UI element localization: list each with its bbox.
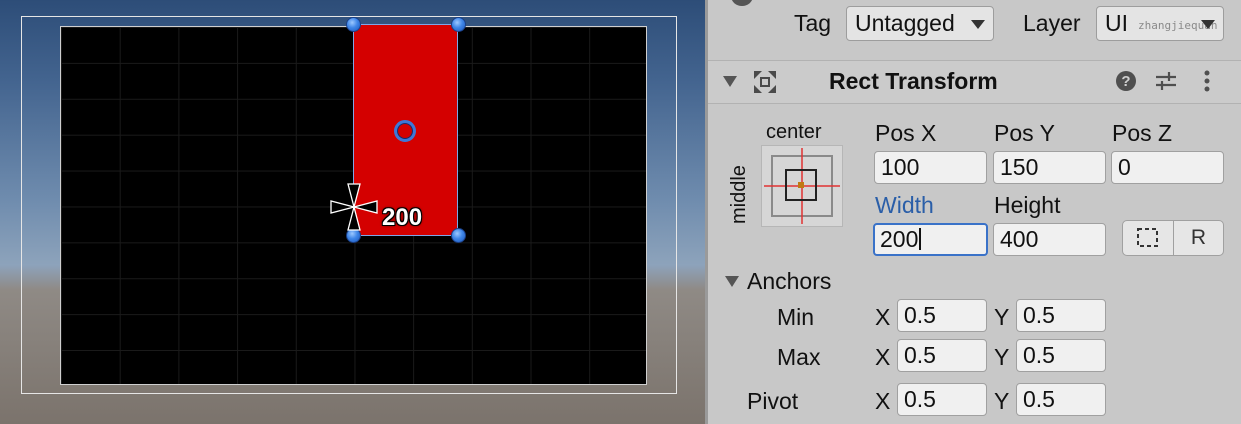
anchor-presets-button[interactable] bbox=[761, 145, 843, 227]
help-icon[interactable]: ? bbox=[1115, 70, 1137, 92]
width-field[interactable]: 200 bbox=[873, 223, 988, 256]
width-value: 200 bbox=[880, 226, 919, 252]
anchor-max-label: Max bbox=[777, 344, 821, 370]
rect-transform-icon bbox=[754, 71, 776, 93]
anchor-min-y-label: Y bbox=[994, 304, 1010, 330]
layer-value: UI bbox=[1105, 10, 1128, 36]
presets-icon[interactable] bbox=[1154, 70, 1178, 92]
chevron-down-icon bbox=[1201, 20, 1215, 29]
layer-dropdown[interactable]: UI zhangjiequan bbox=[1096, 6, 1224, 41]
anchor-max-y-field[interactable]: 0.5 bbox=[1016, 339, 1106, 372]
pivot-y-field[interactable]: 0.5 bbox=[1016, 383, 1106, 416]
more-options-icon[interactable] bbox=[1200, 69, 1214, 93]
resize-handle-bottom-right[interactable] bbox=[451, 228, 466, 243]
height-field[interactable]: 400 bbox=[993, 223, 1106, 256]
pos-z-label: Pos Z bbox=[1112, 120, 1173, 146]
size-readout-label: 200 bbox=[382, 204, 423, 231]
pos-x-label: Pos X bbox=[875, 120, 937, 146]
resize-handle-top-left[interactable] bbox=[346, 17, 361, 32]
pos-y-field[interactable]: 150 bbox=[993, 151, 1106, 184]
pos-z-field[interactable]: 0 bbox=[1111, 151, 1224, 184]
anchor-min-x-label: X bbox=[875, 304, 891, 330]
width-label: Width bbox=[875, 192, 934, 218]
anchor-preset-icon bbox=[764, 148, 840, 224]
text-caret bbox=[919, 228, 922, 250]
chevron-down-icon bbox=[971, 20, 985, 29]
tag-label: Tag bbox=[794, 10, 832, 36]
anchor-max-x-field[interactable]: 0.5 bbox=[897, 339, 987, 372]
inspector-panel: Tag Untagged Layer UI zhangjiequan Rect … bbox=[708, 0, 1241, 424]
anchor-preset-vertical-label: middle bbox=[728, 165, 750, 224]
blueprint-mode-button[interactable] bbox=[1122, 220, 1174, 256]
foldout-arrow-icon[interactable] bbox=[723, 76, 737, 87]
layer-label: Layer bbox=[1023, 10, 1081, 36]
anchor-max-y-label: Y bbox=[994, 344, 1010, 370]
resize-handle-top-right[interactable] bbox=[451, 17, 466, 32]
raw-edit-button[interactable]: R bbox=[1173, 220, 1224, 256]
component-title: Rect Transform bbox=[829, 68, 998, 94]
tag-dropdown[interactable]: Untagged bbox=[846, 6, 994, 41]
anchors-foldout-icon[interactable] bbox=[725, 276, 739, 287]
pos-y-label: Pos Y bbox=[994, 120, 1055, 146]
pivot-handle[interactable] bbox=[394, 120, 416, 142]
anchor-max-x-label: X bbox=[875, 344, 891, 370]
pivot-x-field[interactable]: 0.5 bbox=[897, 383, 987, 416]
anchor-min-y-field[interactable]: 0.5 bbox=[1016, 299, 1106, 332]
anchors-label[interactable]: Anchors bbox=[747, 268, 831, 295]
anchor-min-x-field[interactable]: 0.5 bbox=[897, 299, 987, 332]
rect-transform-header[interactable]: Rect Transform ? bbox=[708, 60, 1241, 104]
anchor-preset-horizontal-label: center bbox=[766, 121, 822, 143]
pos-x-field[interactable]: 100 bbox=[874, 151, 987, 184]
svg-text:?: ? bbox=[1121, 73, 1130, 90]
scene-view[interactable]: 200 bbox=[0, 0, 705, 424]
gameobject-icon bbox=[731, 0, 753, 6]
anchor-min-label: Min bbox=[777, 304, 815, 330]
height-label: Height bbox=[994, 192, 1061, 218]
pivot-y-label: Y bbox=[994, 388, 1010, 414]
blueprint-mode-icon bbox=[1137, 228, 1158, 247]
pivot-label: Pivot bbox=[747, 388, 799, 414]
pivot-x-label: X bbox=[875, 388, 891, 414]
tag-value: Untagged bbox=[855, 10, 955, 36]
anchor-flower-icon[interactable] bbox=[329, 182, 379, 232]
